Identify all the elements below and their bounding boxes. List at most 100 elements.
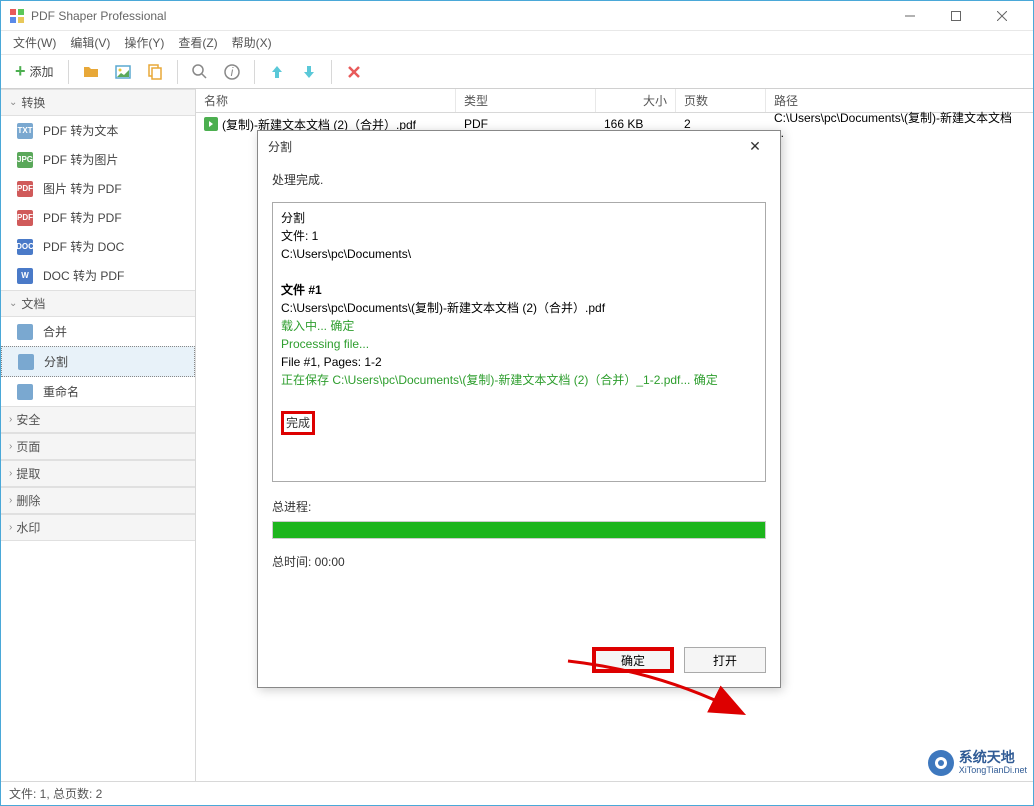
- ok-button[interactable]: 确定: [592, 647, 674, 673]
- copy-button[interactable]: [141, 58, 169, 86]
- image-button[interactable]: [109, 58, 137, 86]
- menu-help[interactable]: 帮助(X): [226, 32, 278, 53]
- sidebar-item-label: DOC 转为 PDF: [43, 267, 124, 284]
- log-done-badge: 完成: [281, 411, 315, 435]
- chevron-down-icon: ⌄: [9, 298, 17, 309]
- column-pages[interactable]: 页数: [676, 89, 766, 112]
- sidebar-category-page[interactable]: › 页面: [1, 433, 195, 460]
- watermark-en: XiTongTianDi.net: [959, 766, 1027, 776]
- svg-text:i: i: [230, 65, 233, 79]
- open-button[interactable]: 打开: [684, 647, 766, 673]
- menubar: 文件(W) 编辑(V) 操作(Y) 查看(Z) 帮助(X): [1, 31, 1033, 55]
- sidebar-category-security[interactable]: › 安全: [1, 406, 195, 433]
- sidebar-item[interactable]: WDOC 转为 PDF: [1, 261, 195, 290]
- menu-edit[interactable]: 编辑(V): [64, 32, 116, 53]
- sidebar-item[interactable]: 合并: [1, 317, 195, 346]
- file-type-icon: DOC: [17, 239, 33, 255]
- sidebar-category-label: 删除: [16, 492, 40, 509]
- sidebar-item-label: PDF 转为 DOC: [43, 238, 124, 255]
- sidebar-category-label: 提取: [16, 465, 40, 482]
- sidebar-item-label: 图片 转为 PDF: [43, 180, 122, 197]
- delete-button[interactable]: [340, 58, 368, 86]
- dialog-buttons: 确定 打开: [258, 637, 780, 687]
- sidebar-item[interactable]: TXTPDF 转为文本: [1, 116, 195, 145]
- log-line: C:\Users\pc\Documents\(复制)-新建文本文档 (2)（合并…: [281, 299, 757, 317]
- dialog-title: 分割: [268, 138, 740, 155]
- sidebar-item[interactable]: 重命名: [1, 377, 195, 406]
- file-pages: 2: [676, 117, 766, 131]
- watermark: 系统天地 XiTongTianDi.net: [927, 749, 1027, 777]
- file-size: 166 KB: [596, 117, 676, 131]
- menu-view[interactable]: 查看(Z): [172, 32, 223, 53]
- status-text: 文件: 1, 总页数: 2: [9, 785, 102, 802]
- up-button[interactable]: [263, 58, 291, 86]
- dialog-close-button[interactable]: ✕: [740, 131, 770, 161]
- document-icon: [17, 384, 33, 400]
- sidebar-category-watermark[interactable]: › 水印: [1, 514, 195, 541]
- sidebar-item-label: 重命名: [43, 383, 79, 400]
- sidebar-category-delete[interactable]: › 删除: [1, 487, 195, 514]
- file-type-icon: PDF: [17, 181, 33, 197]
- sidebar-category-document[interactable]: ⌄文档: [1, 290, 195, 317]
- minimize-button[interactable]: [887, 1, 933, 31]
- search-button[interactable]: [186, 58, 214, 86]
- app-icon: [9, 8, 25, 24]
- sidebar-category-convert[interactable]: ⌄转换: [1, 89, 195, 116]
- log-line: File #1, Pages: 1-2: [281, 353, 757, 371]
- maximize-button[interactable]: [933, 1, 979, 31]
- log-line: 分割: [281, 209, 757, 227]
- pdf-icon: [204, 117, 218, 131]
- window-title: PDF Shaper Professional: [31, 9, 887, 23]
- toolbar-separator: [68, 60, 69, 84]
- file-type-icon: TXT: [17, 123, 33, 139]
- titlebar: PDF Shaper Professional: [1, 1, 1033, 31]
- add-button[interactable]: + 添加: [9, 58, 60, 86]
- sidebar-category-label: 安全: [16, 411, 40, 428]
- chevron-down-icon: ⌄: [9, 97, 17, 108]
- toolbar: + 添加 i: [1, 55, 1033, 89]
- chevron-right-icon: ›: [9, 414, 12, 425]
- column-name[interactable]: 名称: [196, 89, 456, 112]
- file-type-icon: JPG: [17, 152, 33, 168]
- chevron-right-icon: ›: [9, 522, 12, 533]
- document-icon: [18, 354, 34, 370]
- sidebar-category-extract[interactable]: › 提取: [1, 460, 195, 487]
- watermark-cn: 系统天地: [959, 750, 1027, 765]
- column-type[interactable]: 类型: [456, 89, 596, 112]
- dialog-status: 处理完成.: [272, 171, 766, 188]
- split-dialog: 分割 ✕ 处理完成. 分割 文件: 1 C:\Users\pc\Document…: [257, 130, 781, 688]
- sidebar-item[interactable]: PDFPDF 转为 PDF: [1, 203, 195, 232]
- log-line: 载入中... 确定: [281, 317, 757, 335]
- time-label: 总时间: 00:00: [272, 553, 766, 570]
- log-heading: 文件 #1: [281, 281, 757, 299]
- menu-action[interactable]: 操作(Y): [118, 32, 170, 53]
- sidebar-item[interactable]: 分割: [1, 346, 195, 377]
- toolbar-separator: [177, 60, 178, 84]
- sidebar-item[interactable]: DOC PDF 转为 DOC: [1, 232, 195, 261]
- chevron-right-icon: ›: [9, 495, 12, 506]
- close-button[interactable]: [979, 1, 1025, 31]
- progress-label: 总进程:: [272, 498, 766, 515]
- file-type-icon: PDF: [17, 210, 33, 226]
- log-line: C:\Users\pc\Documents\: [281, 245, 757, 263]
- sidebar-category-label: 页面: [16, 438, 40, 455]
- sidebar-item[interactable]: PDF 图片 转为 PDF: [1, 174, 195, 203]
- open-label: 打开: [713, 652, 737, 669]
- toolbar-separator: [254, 60, 255, 84]
- file-type: PDF: [456, 117, 596, 131]
- chevron-right-icon: ›: [9, 468, 12, 479]
- menu-file[interactable]: 文件(W): [7, 32, 62, 53]
- down-button[interactable]: [295, 58, 323, 86]
- info-button[interactable]: i: [218, 58, 246, 86]
- sidebar-item-label: 分割: [44, 353, 68, 370]
- toolbar-separator: [331, 60, 332, 84]
- log-output: 分割 文件: 1 C:\Users\pc\Documents\ 文件 #1 C:…: [272, 202, 766, 482]
- sidebar-item[interactable]: JPGPDF 转为图片: [1, 145, 195, 174]
- sidebar-category-label: 水印: [16, 519, 40, 536]
- file-path: C:\Users\pc\Documents\(复制)-新建文本文档 ...: [766, 109, 1033, 140]
- folder-button[interactable]: [77, 58, 105, 86]
- chevron-right-icon: ›: [9, 441, 12, 452]
- plus-icon: +: [15, 61, 26, 82]
- column-size[interactable]: 大小: [596, 89, 676, 112]
- progress-fill: [273, 522, 765, 538]
